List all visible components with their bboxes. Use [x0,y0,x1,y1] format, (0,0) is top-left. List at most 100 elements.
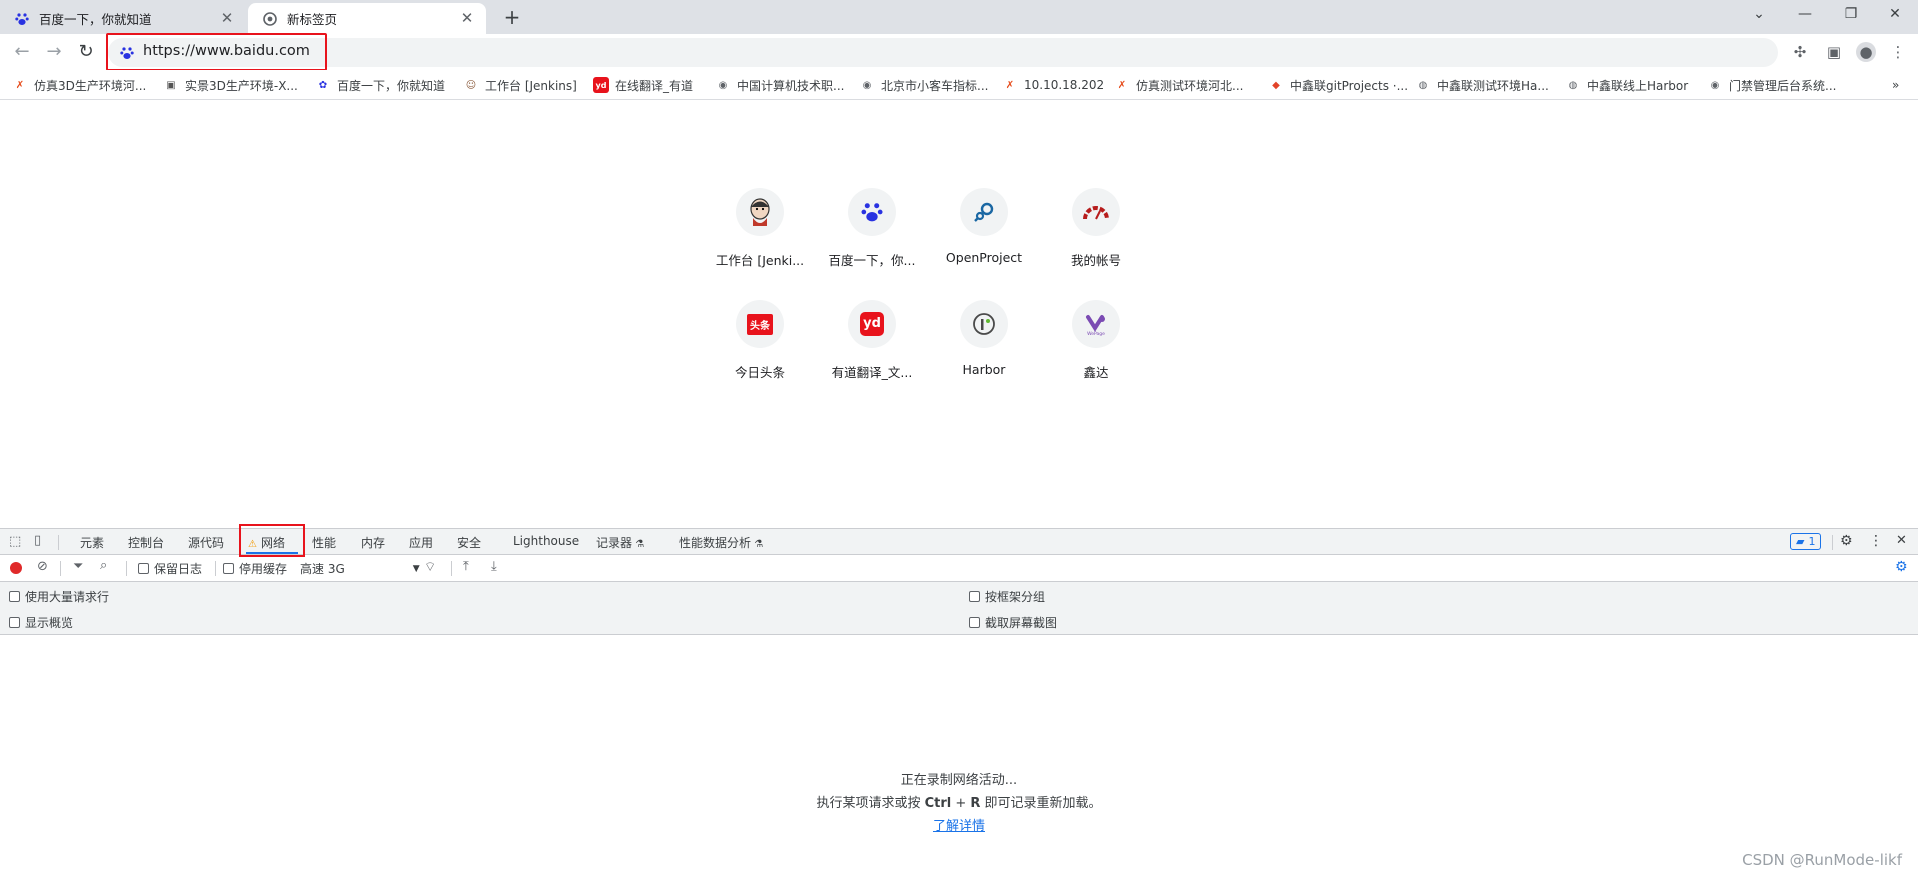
openproject-icon [960,188,1008,236]
more-options-icon[interactable]: ⋮ [1869,533,1883,549]
reload-hint: 执行某项请求或按 Ctrl + R 即可记录重新加载。 [0,792,1918,811]
bookmark-item[interactable]: yd在线翻译_有道 [593,76,693,94]
more-bookmarks-icon[interactable]: » [1892,76,1899,94]
bookmark-item[interactable]: ✗仿真测试环境河北... [1114,76,1243,94]
show-overview-checkbox[interactable]: 显示概览 [9,614,73,631]
shortcut-tile[interactable]: Harbor [928,300,1040,410]
bookmark-label: 10.10.18.202 [1024,78,1104,92]
close-devtools-icon[interactable]: ✕ [1896,533,1907,548]
side-panel-icon[interactable]: ▣ [1824,42,1844,62]
bookmark-item[interactable]: ✗仿真3D生产环境河... [12,76,146,94]
clear-icon[interactable]: ⊘ [37,559,48,574]
device-toolbar-icon[interactable]: ▯ [34,533,41,548]
network-empty-state: 正在录制网络活动... 执行某项请求或按 Ctrl + R 即可记录重新加载。 … [0,635,1918,880]
export-har-icon[interactable]: ⤓ [491,559,497,574]
filter-icon[interactable]: ⏷ [73,559,83,574]
shortcut-tile[interactable]: OpenProject [928,188,1040,298]
capture-screenshots-checkbox[interactable]: 截取屏幕截图 [969,614,1057,631]
profile-avatar-icon[interactable]: ● [1856,42,1876,62]
address-bar[interactable]: https://www.baidu.com [108,38,1778,67]
bookmark-item[interactable]: ◍ 中鑫联线上Harbor [1565,76,1688,94]
large-request-rows-checkbox[interactable]: 使用大量请求行 [9,588,109,605]
toutiao-icon: 头条 [736,300,784,348]
settings-gear-icon[interactable]: ⚙ [1840,533,1853,549]
jenkins-icon [736,188,784,236]
bookmark-label: 中鑫联测试环境Ha... [1437,77,1549,94]
bookmark-item[interactable]: ☺ 工作台 [Jenkins] [463,76,577,94]
jenkins-icon: ☺ [463,77,479,93]
devtools-tab-performance[interactable]: 性能 [312,534,336,551]
bookmark-item[interactable]: ✿百度一下，你就知道 [315,76,445,94]
bookmark-item[interactable]: ◉中国计算机技术职... [715,76,844,94]
bookmark-item[interactable]: ◍ 中鑫联测试环境Ha... [1415,76,1549,94]
forward-arrow-icon[interactable]: → [42,40,66,64]
svg-text:WePage: WePage [1087,331,1105,337]
baidu-paw-icon [14,11,30,27]
learn-more-link[interactable]: 了解详情 [933,819,985,834]
recording-message: 正在录制网络活动... [0,769,1918,788]
devtools-tab-memory[interactable]: 内存 [361,534,385,551]
tab-strip: 百度一下，你就知道 ✕ 新标签页 ✕ + ⌄ — ❐ ✕ [0,0,1918,34]
devtools-tab-console[interactable]: 控制台 [128,534,164,551]
preserve-log-checkbox[interactable]: 保留日志 [138,560,202,577]
new-tab-button[interactable]: + [500,6,524,30]
bookmark-label: 工作台 [Jenkins] [485,77,577,94]
network-settings-gear-icon[interactable]: ⚙ [1895,559,1908,575]
bookmark-item[interactable]: ◉北京市小客车指标... [859,76,988,94]
shortcut-tile[interactable]: 我的帐号 [1040,188,1152,298]
gitlab-icon: ◆ [1268,77,1284,93]
shortcut-tile[interactable]: WePage鑫达 [1040,300,1152,410]
import-har-icon[interactable]: ⤒ [463,559,469,574]
devtools-tab-lighthouse[interactable]: Lighthouse [513,534,579,548]
devtools-tab-recorder[interactable]: 记录器 ⚗ [596,534,644,551]
close-tab-icon[interactable]: ✕ [458,9,476,27]
close-tab-icon[interactable]: ✕ [218,9,236,27]
shortcut-tile[interactable]: 工作台 [Jenki... [704,188,816,298]
back-arrow-icon[interactable]: ← [10,40,34,64]
message-icon: ▰ [1796,535,1804,548]
bookmark-item[interactable]: ◉门禁管理后台系统... [1707,76,1836,94]
network-conditions-icon[interactable]: ⌔ [424,559,436,575]
bookmark-label: 中鑫联线上Harbor [1587,77,1688,94]
harbor-icon: ◍ [1565,77,1581,93]
tab-title: 百度一下，你就知道 [39,9,152,28]
group-by-frame-checkbox[interactable]: 按框架分组 [969,588,1045,605]
shortcut-tile[interactable]: yd有道翻译_文... [816,300,928,410]
reload-icon[interactable]: ↻ [74,40,98,64]
minimize-icon[interactable]: — [1782,0,1828,30]
shortcut-tile[interactable]: 百度一下，你... [816,188,928,298]
bookmark-item[interactable]: ▣实景3D生产环境-X... [163,76,298,94]
search-icon[interactable]: ⌕ [100,558,107,573]
tab-baidu[interactable]: 百度一下，你就知道 ✕ [0,3,246,34]
account-gauge-icon [1072,188,1120,236]
new-tab-page: 工作台 [Jenki...百度一下，你...OpenProject我的帐号头条今… [0,101,1918,528]
shortcut-tile[interactable]: 头条今日头条 [704,300,816,410]
disable-cache-checkbox[interactable]: 停用缓存 [223,560,287,577]
youdao-icon: yd [848,300,896,348]
inspect-element-icon[interactable]: ⬚ [9,534,21,549]
shortcut-label: 工作台 [Jenki... [704,250,816,269]
devtools-tab-performance-insights[interactable]: 性能数据分析 ⚗ [679,534,763,551]
throttle-select[interactable]: 高速 3G▼ [300,560,420,577]
issues-badge[interactable]: ▰ 1 [1790,533,1821,550]
tab-new-tab[interactable]: 新标签页 ✕ [248,3,486,34]
globe-icon: ◉ [1707,77,1723,93]
bookmark-item[interactable]: ✗10.10.18.202 [1002,76,1104,94]
youdao-icon: yd [593,77,609,93]
harbor-icon: ◍ [1415,77,1431,93]
bookmark-item[interactable]: ◆中鑫联gitProjects ·... [1268,76,1408,94]
menu-kebab-icon[interactable]: ⋮ [1888,42,1908,62]
devtools-tab-application[interactable]: 应用 [409,534,433,551]
record-icon[interactable] [10,562,22,574]
shortcut-label: OpenProject [928,250,1040,265]
devtools-tab-elements[interactable]: 元素 [80,534,104,551]
devtools-tab-security[interactable]: 安全 [457,534,481,551]
restore-icon[interactable]: ❐ [1828,0,1874,30]
tab-title: 新标签页 [287,9,337,28]
devtools-tab-sources[interactable]: 源代码 [188,534,224,551]
dropdown-arrow-icon: ▼ [413,564,420,574]
close-window-icon[interactable]: ✕ [1872,0,1918,30]
tab-search-icon[interactable]: ⌄ [1736,0,1782,30]
extensions-puzzle-icon[interactable]: ✣ [1790,42,1810,62]
harbor-icon [960,300,1008,348]
